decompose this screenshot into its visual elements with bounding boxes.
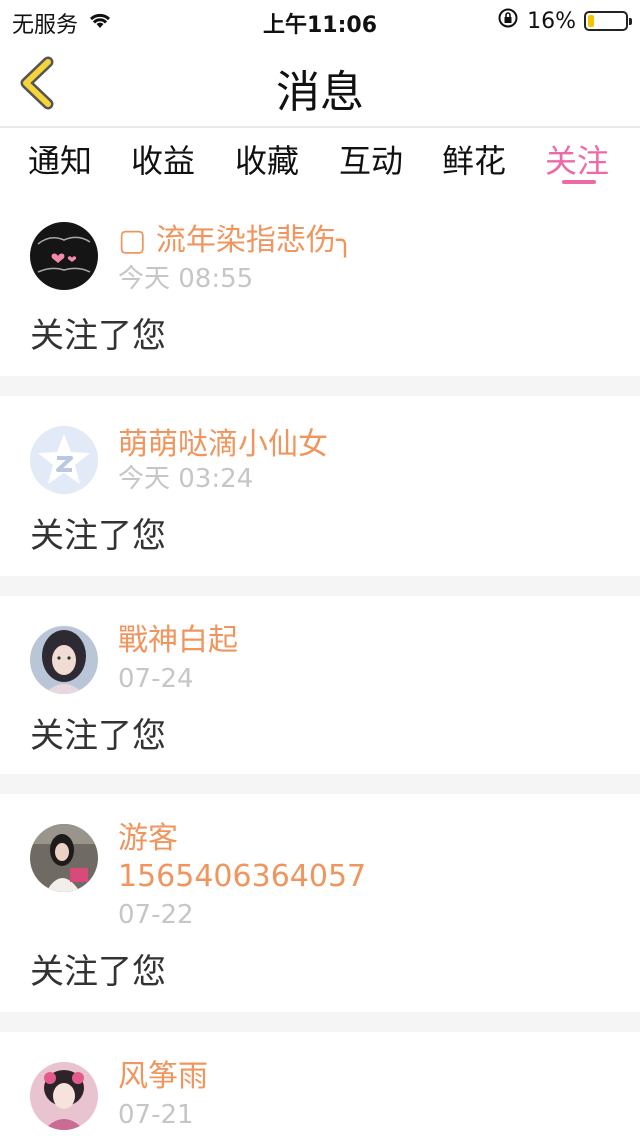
avatar[interactable] [30,1062,98,1130]
nav-header: 消息 [0,40,640,128]
timestamp: 07-22 [118,900,194,930]
avatar[interactable] [30,626,98,694]
user-name[interactable]: 萌萌哒滴小仙女 [118,426,328,464]
active-tab-indicator [562,180,596,184]
avatar[interactable] [30,222,98,290]
follow-message: 关注了您 [30,316,166,356]
user-name[interactable]: 戰神白起 [118,622,238,660]
timestamp: 今天 03:24 [118,464,254,494]
tab-bar: 通知 收益 收藏 互动 鲜花 关注 [0,128,640,190]
follow-message: 关注了您 [30,952,166,992]
list-item[interactable]: 游客 1565406364057 07-22 关注了您 [0,794,640,1012]
avatar-girl-portrait-icon [30,626,98,694]
tab-follow[interactable]: 关注 [545,136,609,182]
avatar[interactable] [30,426,98,494]
follow-message: 关注了您 [30,716,166,756]
avatar[interactable] [30,824,98,892]
user-name-line2[interactable]: 1565406364057 [118,858,366,896]
tab-flowers[interactable]: 鲜花 [442,136,506,182]
separator [0,376,640,396]
timestamp: 今天 08:55 [118,264,254,294]
tab-notification[interactable]: 通知 [28,136,92,182]
tab-favorites[interactable]: 收藏 [235,136,299,182]
separator [0,774,640,794]
status-right: 16% [497,7,632,35]
orientation-lock-icon [497,7,519,35]
timestamp: 07-24 [118,664,194,694]
follow-message: 关注了您 [30,516,166,556]
user-name[interactable]: 游客 [118,820,178,858]
separator [0,576,640,596]
list-item[interactable]: 萌萌哒滴小仙女 今天 03:24 关注了您 [0,396,640,576]
page-title: 消息 [276,67,364,118]
battery-icon [584,11,632,31]
avatar-dark-hearts-icon [30,222,98,290]
avatar-doll-pink-icon [30,1062,98,1130]
battery-level [588,15,594,27]
separator [0,1012,640,1032]
avatar-default-star-icon [30,426,98,494]
list-item[interactable]: ▢ 流年染指悲伤╮ 今天 08:55 关注了您 [0,200,640,376]
user-name[interactable]: ▢ 流年染指悲伤╮ [118,222,354,260]
user-name[interactable]: 风筝雨 [118,1058,208,1096]
status-bar: 无服务 上午11:06 16% [0,0,640,40]
list-item[interactable]: 风筝雨 07-21 [0,1032,640,1136]
list-item[interactable]: 戰神白起 07-24 关注了您 [0,596,640,774]
avatar-girl-street-icon [30,824,98,892]
timestamp: 07-21 [118,1100,194,1130]
battery-percent: 16% [527,8,576,34]
tab-interaction[interactable]: 互动 [339,136,403,182]
tab-earnings[interactable]: 收益 [131,136,195,182]
